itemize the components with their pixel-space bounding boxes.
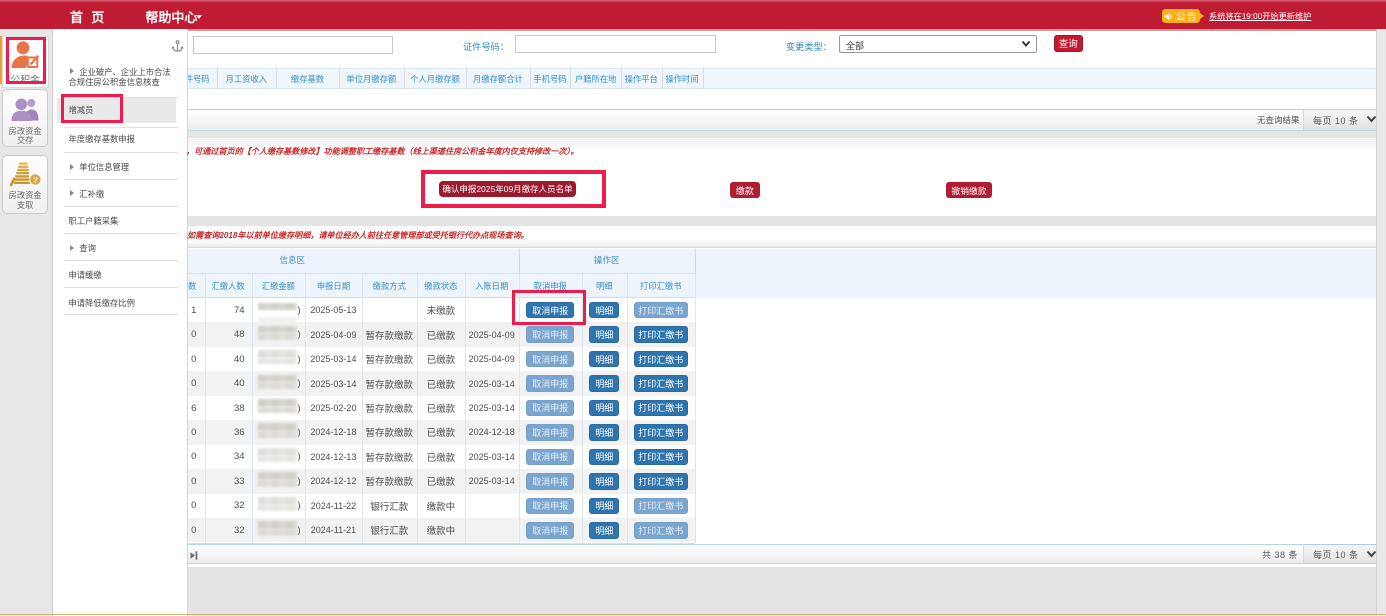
svg-text:?: ? [33, 174, 38, 184]
